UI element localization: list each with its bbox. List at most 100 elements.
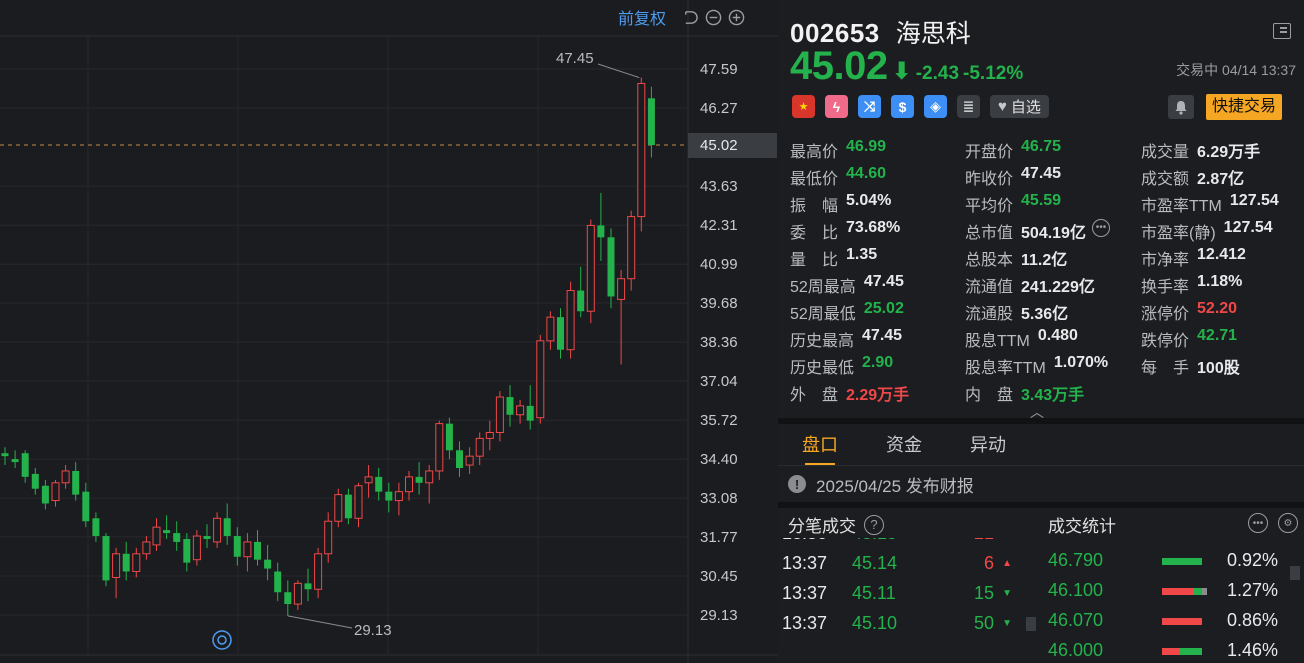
more-icon[interactable]: ••• bbox=[1248, 513, 1268, 533]
settings-icon[interactable]: ⚙ bbox=[1278, 513, 1298, 533]
stat-label: 成交额 bbox=[1141, 170, 1190, 188]
candle-body bbox=[546, 316, 555, 342]
tick-row: 13:36 45.15 21 ▲ bbox=[778, 538, 1018, 548]
more-icon[interactable]: ••• bbox=[1091, 218, 1110, 237]
candle-body bbox=[92, 518, 100, 537]
notes-icon[interactable]: ≣ bbox=[957, 95, 980, 118]
candle-body bbox=[385, 491, 393, 501]
candle-body bbox=[577, 290, 585, 312]
candle-body bbox=[41, 485, 49, 504]
tag-icon[interactable]: ◈ bbox=[924, 95, 947, 118]
candle-body bbox=[456, 450, 463, 468]
tick-time: 13:36 bbox=[782, 538, 827, 544]
y-axis-tick-label: 47.59 bbox=[700, 61, 738, 78]
help-icon[interactable]: ? bbox=[864, 514, 884, 535]
candle-body bbox=[213, 517, 222, 543]
dollar-icon[interactable]: $ bbox=[891, 95, 914, 118]
volume-pct: 0.86% bbox=[1226, 610, 1278, 630]
candle-body bbox=[344, 494, 352, 519]
china-flag-icon[interactable]: ★ bbox=[792, 95, 815, 118]
stat-cell: 成交额 2.87亿 bbox=[1141, 165, 1301, 189]
stats-row: 量 比 1.35 总股本 11.2亿 市净率 12.412 bbox=[790, 244, 1304, 271]
price-change: -2.43 bbox=[915, 63, 960, 84]
candle-body bbox=[354, 485, 363, 519]
tick-row: 13:37 45.11 15 ▼ bbox=[778, 578, 1018, 608]
layout-toggle-icon[interactable] bbox=[1273, 23, 1291, 39]
stat-cell: 流通值 241.229亿 bbox=[965, 273, 1141, 297]
add-watchlist-button[interactable]: ♥ 自选 bbox=[990, 95, 1049, 118]
stat-label: 成交量 bbox=[1141, 143, 1190, 161]
stat-value: 3.43万手 bbox=[1021, 386, 1085, 404]
tick-volume: 50 bbox=[973, 612, 994, 633]
info-icon: ! bbox=[788, 475, 806, 493]
tick-scrollbar[interactable] bbox=[1026, 617, 1036, 631]
volume-price: 46.070 bbox=[1048, 610, 1104, 630]
stat-label: 委 比 bbox=[790, 224, 839, 242]
y-axis-tick-label: 33.08 bbox=[700, 490, 738, 507]
adjust-mode-button[interactable]: 前复权 bbox=[618, 5, 666, 29]
zoom-out-icon[interactable] bbox=[705, 9, 722, 26]
stats-row: 历史最高 47.45 股息TTM 0.480 跌停价 42.71 bbox=[790, 325, 1304, 352]
event-marker-inner bbox=[217, 635, 227, 645]
last-price: 45.02 bbox=[790, 44, 888, 88]
y-axis-tick-label: 43.63 bbox=[700, 178, 738, 195]
event-marker-icon[interactable] bbox=[212, 630, 232, 650]
candle-body bbox=[21, 453, 29, 477]
volume-scrollbar[interactable] bbox=[1290, 566, 1300, 580]
tick-list[interactable]: 13:3645.1521▲13:3745.146▲13:3745.1115▼13… bbox=[778, 538, 1018, 663]
candle-body bbox=[72, 470, 80, 495]
candle-body bbox=[415, 476, 423, 483]
candle-body bbox=[475, 437, 484, 457]
candle-body bbox=[364, 476, 373, 484]
stat-value: 46.75 bbox=[1021, 137, 1062, 155]
volume-bar bbox=[1162, 588, 1207, 595]
zoom-in-icon[interactable] bbox=[728, 9, 745, 26]
kline-chart-pane[interactable]: 47.59 46.27 43.63 42.31 40.99 39.68 38.36 37.04… bbox=[0, 0, 778, 663]
volume-stats-list[interactable]: 46.790 0.92% 46.100 1.27% 46.070 0.86% 46.000 1… bbox=[1048, 546, 1288, 663]
down-arrow-icon: ⬇ bbox=[891, 58, 912, 85]
reset-icon[interactable] bbox=[682, 9, 699, 26]
stat-label: 最低价 bbox=[790, 170, 839, 188]
stat-value: 73.68% bbox=[846, 218, 901, 236]
tab-movements[interactable]: 异动 bbox=[946, 424, 1030, 465]
tick-volume: 6 bbox=[983, 552, 994, 573]
volume-bar-sell bbox=[1162, 558, 1202, 565]
candle-body bbox=[102, 536, 110, 581]
candle-body bbox=[566, 290, 575, 351]
volume-stat-row: 46.790 0.92% bbox=[1048, 546, 1288, 576]
ticks-section-title: 分笔成交 ? bbox=[788, 512, 884, 537]
candle-body bbox=[61, 470, 70, 484]
y-axis-tick-label: 29.13 bbox=[700, 607, 738, 624]
stat-value: 44.60 bbox=[846, 164, 887, 182]
earnings-notice[interactable]: ! 2025/04/25 发布财报 bbox=[778, 466, 1304, 508]
stat-value: 1.18% bbox=[1197, 272, 1243, 290]
stat-cell: 最高价 46.99 bbox=[790, 138, 965, 162]
stat-value: 47.45 bbox=[862, 326, 903, 344]
stat-value: 127.54 bbox=[1229, 191, 1279, 209]
tab-orderbook[interactable]: 盘口 bbox=[778, 424, 862, 465]
volume-stat-row: 46.100 1.27% bbox=[1048, 576, 1288, 606]
stat-value: 2.87亿 bbox=[1197, 170, 1245, 188]
quick-trade-button[interactable]: 快捷交易 bbox=[1206, 94, 1283, 120]
up-triangle-icon: ▲ bbox=[1002, 538, 1012, 539]
stat-cell: 总市值 504.19亿 ••• bbox=[965, 218, 1141, 243]
stats-row: 委 比 73.68% 总市值 504.19亿 ••• 市盈率(静) 127.54 bbox=[790, 217, 1304, 244]
shuffle-icon[interactable]: ⤨ bbox=[858, 95, 881, 118]
stat-value: 5.04% bbox=[846, 191, 892, 209]
stat-cell: 历史最低 2.90 bbox=[790, 354, 965, 378]
volume-stat-row: 46.070 0.86% bbox=[1048, 606, 1288, 636]
y-axis-tick-label: 38.36 bbox=[700, 334, 738, 351]
alert-bell-icon[interactable] bbox=[1168, 95, 1194, 119]
stat-label: 股息率TTM bbox=[965, 359, 1046, 377]
volume-bar bbox=[1162, 618, 1202, 625]
stat-cell: 涨停价 52.20 bbox=[1141, 300, 1301, 324]
down-triangle-icon: ▼ bbox=[1002, 587, 1012, 599]
stat-value: 0.480 bbox=[1037, 326, 1078, 344]
volume-bar-neutral bbox=[1201, 588, 1207, 595]
tick-price: 45.15 bbox=[852, 538, 897, 544]
stat-label: 市盈率(静) bbox=[1141, 224, 1216, 242]
tab-funds[interactable]: 资金 bbox=[862, 424, 946, 465]
margin-icon[interactable]: ϟ bbox=[825, 95, 848, 118]
kline-chart[interactable]: 47.59 46.27 43.63 42.31 40.99 39.68 38.36 37.04… bbox=[0, 0, 778, 663]
candle-body bbox=[132, 553, 141, 573]
